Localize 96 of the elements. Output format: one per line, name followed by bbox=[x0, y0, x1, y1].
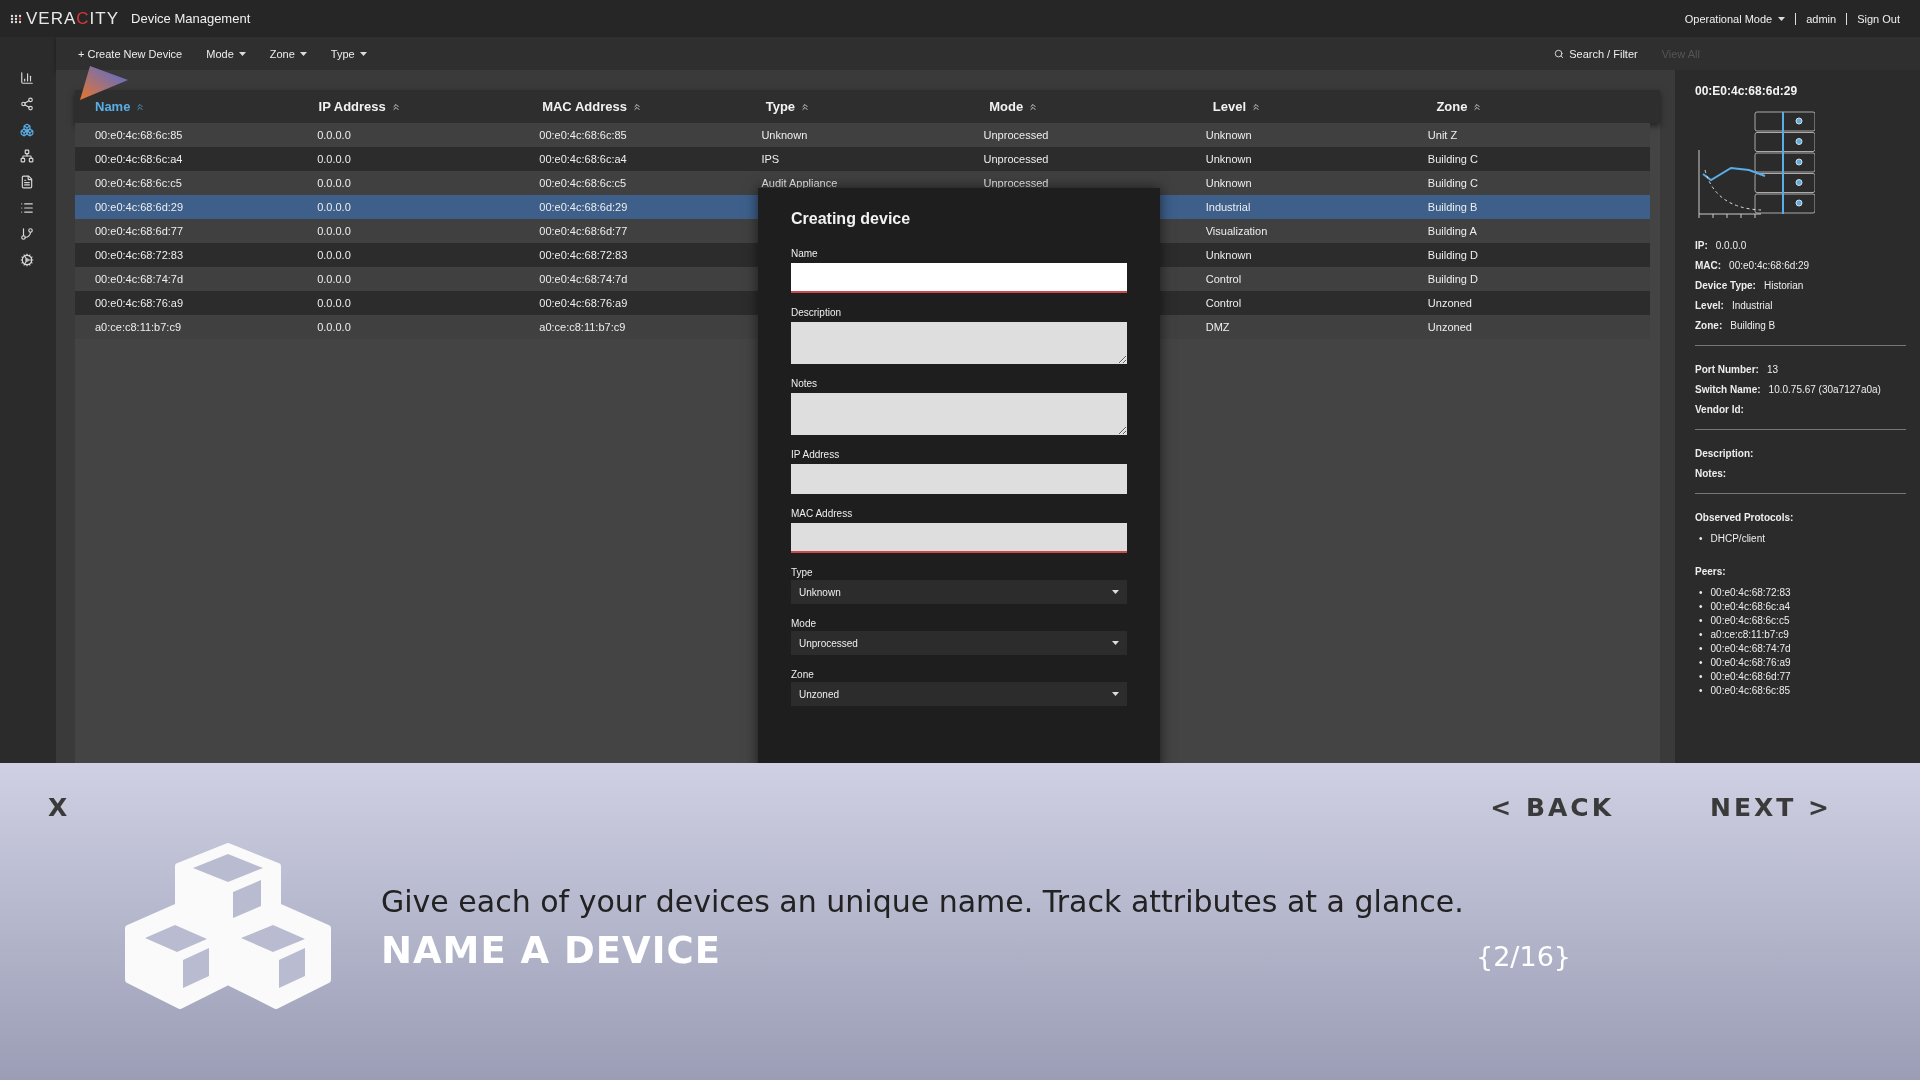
detail-row-text: Port Number: 13 bbox=[1695, 364, 1780, 375]
bullet: • bbox=[1699, 642, 1703, 656]
detail-row-text: Level: Industrial bbox=[1695, 300, 1774, 311]
table-cell-text: 0.0.0.0 bbox=[317, 249, 352, 261]
table-cell-text: 0.0.0.0 bbox=[317, 153, 352, 165]
table-cell-text: 00:e0:4c:68:6c:85 bbox=[539, 129, 628, 141]
table-cell-text: Unknown bbox=[1205, 153, 1253, 165]
table-cell-text: 00:e0:4c:68:72:83 bbox=[539, 249, 629, 261]
table-cell-text: 00:e0:4c:68:6d:77 bbox=[539, 225, 629, 237]
table-cell-text: 00:e0:4c:68:6c:c5 bbox=[539, 177, 628, 189]
table-cell-text: Audit Appliance bbox=[761, 177, 839, 189]
peer-item: a0:ce:c8:11:b7:c9 bbox=[1710, 628, 1789, 642]
field-label: MAC Address bbox=[791, 508, 854, 519]
tour-title: NAME A DEVICE bbox=[381, 929, 721, 972]
table-cell-text: Unknown bbox=[761, 129, 809, 141]
peer-item: 00:e0:4c:68:6c:c5 bbox=[1710, 614, 1790, 628]
table-cell-text: 00:e0:4c:68:76:a9 bbox=[95, 297, 185, 309]
detail-row-text: Notes: bbox=[1695, 468, 1728, 479]
bullet: • bbox=[1699, 614, 1703, 628]
table-cell-text: 00:e0:4c:68:6c:a4 bbox=[95, 153, 184, 165]
detail-row-text: Description: bbox=[1695, 448, 1755, 459]
table-cell-text: 00:e0:4c:68:74:7d bbox=[539, 273, 629, 285]
protocol-item: DHCP/client bbox=[1710, 532, 1765, 546]
table-cell-text: Unprocessed bbox=[983, 129, 1050, 141]
peer-item: 00:e0:4c:68:76:a9 bbox=[1710, 656, 1791, 670]
protocols-heading: Observed Protocols: bbox=[1695, 512, 1795, 523]
table-cell-text: Unzoned bbox=[1427, 321, 1473, 333]
table-cell-text: 00:e0:4c:68:6c:c5 bbox=[95, 177, 183, 189]
field-label: Name bbox=[791, 248, 819, 259]
table-cell-text: 00:e0:4c:68:74:7d bbox=[95, 273, 185, 285]
field-label: Notes bbox=[791, 378, 819, 389]
peer-item: 00:e0:4c:68:74:7d bbox=[1710, 642, 1791, 656]
detail-row-text: IP: 0.0.0.0 bbox=[1695, 240, 1748, 251]
table-cell-text: Visualization bbox=[1205, 225, 1269, 237]
table-cell-text: 0.0.0.0 bbox=[317, 321, 352, 333]
table-cell-text: Control bbox=[1205, 297, 1243, 309]
table-cell-text: Unprocessed bbox=[983, 153, 1050, 165]
table-cell-text: 00:e0:4c:68:6d:77 bbox=[95, 225, 185, 237]
table-cell-text: 00:e0:4c:68:72:83 bbox=[95, 249, 185, 261]
table-cell-text: Building D bbox=[1427, 249, 1479, 261]
field-label: IP Address bbox=[791, 449, 841, 460]
peer-item: 00:e0:4c:68:72:83 bbox=[1710, 586, 1791, 600]
detail-row-text: Zone: Building B bbox=[1695, 320, 1777, 331]
table-cell-text: Building C bbox=[1427, 177, 1479, 189]
field-label: Zone bbox=[791, 669, 815, 680]
table-cell-text: 0.0.0.0 bbox=[317, 177, 352, 189]
table-cell-text: 00:e0:4c:68:6c:85 bbox=[95, 129, 184, 141]
table-cell-text: Building A bbox=[1427, 225, 1478, 237]
bullet: • bbox=[1699, 656, 1703, 670]
table-cell-text: Unit Z bbox=[1427, 129, 1459, 141]
table-cell-text: 0.0.0.0 bbox=[317, 129, 352, 141]
app-title: Device Management bbox=[131, 11, 251, 26]
dialog-title: Creating device bbox=[791, 210, 912, 228]
device-title: 00:E0:4c:68:6d:29 bbox=[1695, 84, 1799, 98]
table-cell-text: 00:e0:4c:68:6d:29 bbox=[539, 201, 629, 213]
detail-row-text: Device Type: Historian bbox=[1695, 280, 1805, 291]
field-label: Type bbox=[791, 567, 814, 578]
bullet: • bbox=[1699, 600, 1703, 614]
table-cell-text: Building D bbox=[1427, 273, 1479, 285]
table-cell-text: 0.0.0.0 bbox=[317, 297, 352, 309]
table-cell-text: 0.0.0.0 bbox=[317, 201, 352, 213]
peers-heading: Peers: bbox=[1695, 566, 1727, 577]
table-cell-text: Unzoned bbox=[1427, 297, 1473, 309]
table-cell-text: DMZ bbox=[1205, 321, 1231, 333]
table-cell-text: Unknown bbox=[1205, 177, 1253, 189]
table-cell-text: Building B bbox=[1427, 201, 1479, 213]
logo: VERACITY bbox=[10, 8, 120, 29]
bullet: • bbox=[1699, 586, 1703, 600]
step-counter: {2/16} bbox=[1476, 941, 1571, 972]
table-cell-text: Building C bbox=[1427, 153, 1479, 165]
table-cell-text: Unprocessed bbox=[983, 177, 1050, 189]
bullet: • bbox=[1699, 684, 1703, 698]
table-cell-text: IPS bbox=[761, 153, 781, 165]
detail-row-text: MAC: 00:e0:4c:68:6d:29 bbox=[1695, 260, 1811, 271]
bullet: • bbox=[1699, 532, 1703, 546]
peer-item: 00:e0:4c:68:6c:a4 bbox=[1710, 600, 1791, 614]
table-cell-text: Control bbox=[1205, 273, 1243, 285]
detail-row-text: Switch Name: 10.0.75.67 (30a7127a0a) bbox=[1695, 384, 1882, 395]
table-cell-text: Unknown bbox=[1205, 129, 1253, 141]
field-label: Description bbox=[791, 307, 843, 318]
table-cell-text: a0:ce:c8:11:b7:c9 bbox=[539, 321, 627, 333]
bullet: • bbox=[1699, 670, 1703, 684]
table-cell-text: 00:e0:4c:68:6c:a4 bbox=[539, 153, 628, 165]
table-cell-text: 00:e0:4c:68:76:a9 bbox=[539, 297, 629, 309]
peer-item: 00:e0:4c:68:6d:77 bbox=[1710, 670, 1791, 684]
bullet: • bbox=[1699, 628, 1703, 642]
table-cell-text: 0.0.0.0 bbox=[317, 273, 352, 285]
detail-row-text: Vendor Id: bbox=[1695, 404, 1745, 415]
tour-message: Give each of your devices an unique name. Track attributes at a glance. bbox=[381, 884, 1465, 919]
peer-item: 00:e0:4c:68:6c:85 bbox=[1710, 684, 1791, 698]
table-cell-text: 00:e0:4c:68:6d:29 bbox=[95, 201, 185, 213]
table-cell-text: a0:ce:c8:11:b7:c9 bbox=[95, 321, 183, 333]
table-cell-text: Industrial bbox=[1205, 201, 1252, 213]
field-label: Mode bbox=[791, 618, 817, 629]
table-cell-text: 0.0.0.0 bbox=[317, 225, 352, 237]
table-cell-text: Unknown bbox=[1205, 249, 1253, 261]
